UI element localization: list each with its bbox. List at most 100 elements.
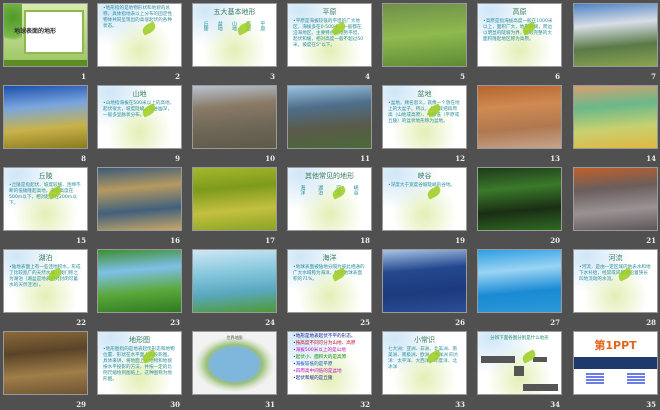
slide-photo-thumbnail[interactable] <box>192 167 277 231</box>
slide-title: 河流 <box>608 254 623 262</box>
slide-title: 平原 <box>322 8 337 16</box>
slide-slot: 5 <box>382 3 467 81</box>
slide-photo-thumbnail[interactable] <box>3 331 88 395</box>
slide-thumbnail[interactable]: 第1PPT <box>573 331 658 395</box>
landform-item: 峡谷 <box>352 185 359 195</box>
slide-photo-thumbnail[interactable] <box>287 85 372 149</box>
slide-number: 11 <box>360 154 370 163</box>
slide-slot: 高原 •高原是指海拔高度一般在1000米以上，面积广大，地形开阔，周边以明显的陡坡… <box>477 3 562 81</box>
slide-thumbnail[interactable]: •地形指的是地物形状和地貌的总称，具体指地表以上分布的固定性物体共同呈现出的高低… <box>97 3 182 67</box>
banner-band <box>574 357 657 369</box>
slide-number: 16 <box>170 236 180 245</box>
slide-thumbnail[interactable]: 山地 •山地指海拔在500米以上的高地，起伏很大，坡度陡峻，沟谷幽深，一般多呈脉状… <box>97 85 182 149</box>
slide-slot: 小常识七大洲：亚洲、非洲、北美洲、南美洲、南极洲、欧洲、大洋洲 四大洋：太平洋、… <box>382 331 467 409</box>
slide-slot: 29 <box>3 331 88 409</box>
bullet-line: •按高度不同可分为山地、高原 <box>293 341 356 346</box>
slide-body: •地形是地表起伏不平的形态。 •按高度不同可分为山地、高原 •海拔500米以上的是山… <box>293 334 366 382</box>
landform-silhouette <box>481 356 515 363</box>
landform-item: 海洋 <box>299 185 306 195</box>
slide-slot: 山地 •山地指海拔在500米以上的高地，起伏很大，坡度陡峻，沟谷幽深，一般多呈脉状… <box>97 85 182 163</box>
slide-photo-thumbnail[interactable] <box>477 85 562 149</box>
slide-title: 其他常见的地形 <box>305 172 354 180</box>
slide-title: 分辨下面各图分别是什么地形 <box>490 336 549 341</box>
slide-number: 29 <box>76 400 86 409</box>
text-block <box>585 373 604 385</box>
slide-thumbnail[interactable]: 海洋 •地球表面被陆地分隔为彼此相通的广大水域称为海洋，约占地球表面积的71%。 <box>287 249 372 313</box>
logo-text: 第1PPT <box>574 337 657 353</box>
slide-thumbnail[interactable]: 湖泊 •陆地表面上有一些洼地积水，形成了比较宽广的天然水域，我们称之为湖泊（湖盆是… <box>3 249 88 313</box>
slide-thumbnail[interactable]: •地形是地表起伏不平的形态。 •按高度不同可分为山地、高原 •海拔500米以上的是山… <box>287 331 372 395</box>
landform-silhouette <box>514 366 524 376</box>
slide-thumbnail[interactable]: 小常识七大洲：亚洲、非洲、北美洲、南美洲、南极洲、欧洲、大洋洲 四大洋：太平洋、… <box>382 331 467 395</box>
slide-number: 20 <box>550 236 560 245</box>
slide-slot: 24 <box>192 249 277 327</box>
landform-item: 湖泊 <box>317 185 324 195</box>
slide-photo-thumbnail[interactable] <box>573 85 658 149</box>
slide-number: 25 <box>360 318 370 327</box>
landform-item: 盆地 <box>216 21 223 31</box>
slide-thumbnail[interactable]: 高原 •高原是指海拔高度一般在1000米以上，面积广大，地形开阔，周边以明显的陡坡… <box>477 3 562 67</box>
slide-title: 小常识 <box>414 336 435 344</box>
slide-body: •河流，是由一定区域内地表水和地下水补给，经常或间歇地沿着狭长凹地流动的水流。 <box>579 265 651 282</box>
slide-slot: 分辨下面各图分别是什么地形 34 <box>477 331 562 409</box>
slide-number: 19 <box>455 236 465 245</box>
slide-number: 17 <box>265 236 275 245</box>
slide-number: 4 <box>365 72 370 81</box>
slide-thumbnail[interactable]: 世界地图 <box>192 331 277 395</box>
slide-thumbnail[interactable]: 平原 •平原是海拔较低的平坦的广大地区，海拔多在0-500米，一般都在沿海地区。主… <box>287 3 372 67</box>
slide-thumbnail[interactable]: 地球表面的地形 <box>3 3 88 67</box>
slide-thumbnail[interactable]: 地形图 •地形图指的是地表起伏形态和地物位置、形状在水平面上的投影图。具体来讲，将… <box>97 331 182 395</box>
slide-body: •平原是海拔较低的平坦的广大地区，海拔多在0-500米，一般都在沿海地区。主要特… <box>293 19 364 48</box>
logo-mark: 第1PPT <box>594 339 637 352</box>
slide-slot: 26 <box>382 249 467 327</box>
slide-number: 22 <box>76 318 86 327</box>
slide-body: •山地指海拔在500米以上的高地，起伏很大，坡度陡峻，沟谷幽深，一般多呈脉状分布… <box>103 101 175 118</box>
slide-slot: 14 <box>573 85 658 163</box>
slide-slot: 五大基本地形丘陵盆地山地高原平原 3 <box>192 3 277 81</box>
slide-photo-thumbnail[interactable] <box>573 3 658 67</box>
slide-title: 盆地 <box>417 90 432 98</box>
slide-number: 24 <box>265 318 275 327</box>
slide-slot: 21 <box>573 167 658 245</box>
slide-thumbnail[interactable]: 河流 •河流，是由一定区域内地表水和地下水补给，经常或间歇地沿着狭长凹地流动的水流… <box>573 249 658 313</box>
slide-number: 8 <box>81 154 86 163</box>
slide-thumbnail[interactable]: 分辨下面各图分别是什么地形 <box>477 331 562 395</box>
slide-slot: •地形是地表起伏不平的形态。 •按高度不同可分为山地、高原 •海拔500米以上的是山… <box>287 331 372 409</box>
slide-number: 13 <box>550 154 560 163</box>
slide-slot: 16 <box>97 167 182 245</box>
slide-body: •地形指的是地物形状和地貌的总称，具体指地表以上分布的固定性物体共同呈现出的高低… <box>103 6 172 29</box>
slide-slot: 峡谷 •深度大于宽度谷坡陡峭的谷地。 19 <box>382 167 467 245</box>
slide-photo-thumbnail[interactable] <box>382 249 467 313</box>
slide-photo-thumbnail[interactable] <box>192 249 277 313</box>
slide-thumbnail[interactable]: 盆地 •盆地，顾名思义，就像一个放在地上的大盆子。所以，人们就把四周高（山地或高原… <box>382 85 467 149</box>
slide-slot: 世界地图 31 <box>192 331 277 409</box>
bullet-line: •起伏和缓的是丘陵 <box>293 376 333 381</box>
slide-number: 30 <box>170 400 180 409</box>
slide-thumbnail[interactable]: 其他常见的地形海洋湖泊河流峡谷 <box>287 167 372 231</box>
slide-number: 27 <box>550 318 560 327</box>
slide-thumbnail[interactable]: 峡谷 •深度大于宽度谷坡陡峭的谷地。 <box>382 167 467 231</box>
slide-thumbnail[interactable]: 五大基本地形丘陵盆地山地高原平原 <box>192 3 277 67</box>
slide-number: 10 <box>265 154 275 163</box>
slide-photo-thumbnail[interactable] <box>97 249 182 313</box>
slide-photo-thumbnail[interactable] <box>97 167 182 231</box>
slide-photo-thumbnail[interactable] <box>382 3 467 67</box>
slide-number: 1 <box>81 72 86 81</box>
slide-photo-thumbnail[interactable] <box>3 85 88 149</box>
slide-number: 6 <box>555 72 560 81</box>
slide-photo-thumbnail[interactable] <box>477 249 562 313</box>
slide-photo-thumbnail[interactable] <box>192 85 277 149</box>
slide-slot: 湖泊 •陆地表面上有一些洼地积水，形成了比较宽广的天然水域，我们称之为湖泊（湖盆是… <box>3 249 88 327</box>
slide-body: 七大洲：亚洲、非洲、北美洲、南美洲、南极洲、欧洲、大洋洲 四大洋：太平洋、大西洋… <box>388 347 459 370</box>
slide-number: 23 <box>170 318 180 327</box>
slide-photo-thumbnail[interactable] <box>477 167 562 231</box>
bullet-line: •地形是地表起伏不平的形态。 <box>293 334 356 339</box>
slide-title: 地球表面的地形 <box>14 28 57 35</box>
slide-title: 海洋 <box>322 254 337 262</box>
slide-thumbnail[interactable]: 丘陵 •丘陵是指起伏、坡度较缓、连绵不断的低矮隆起高地，海拔高度在500m以下，相… <box>3 167 88 231</box>
slide-slot: 第1PPT 35 <box>573 331 658 409</box>
slide-body: •地球表面被陆地分隔为彼此相通的广大水域称为海洋，约占地球表面积的71%。 <box>293 265 365 282</box>
slide-number: 35 <box>646 400 656 409</box>
slide-number: 3 <box>270 72 275 81</box>
slide-photo-thumbnail[interactable] <box>573 167 658 231</box>
